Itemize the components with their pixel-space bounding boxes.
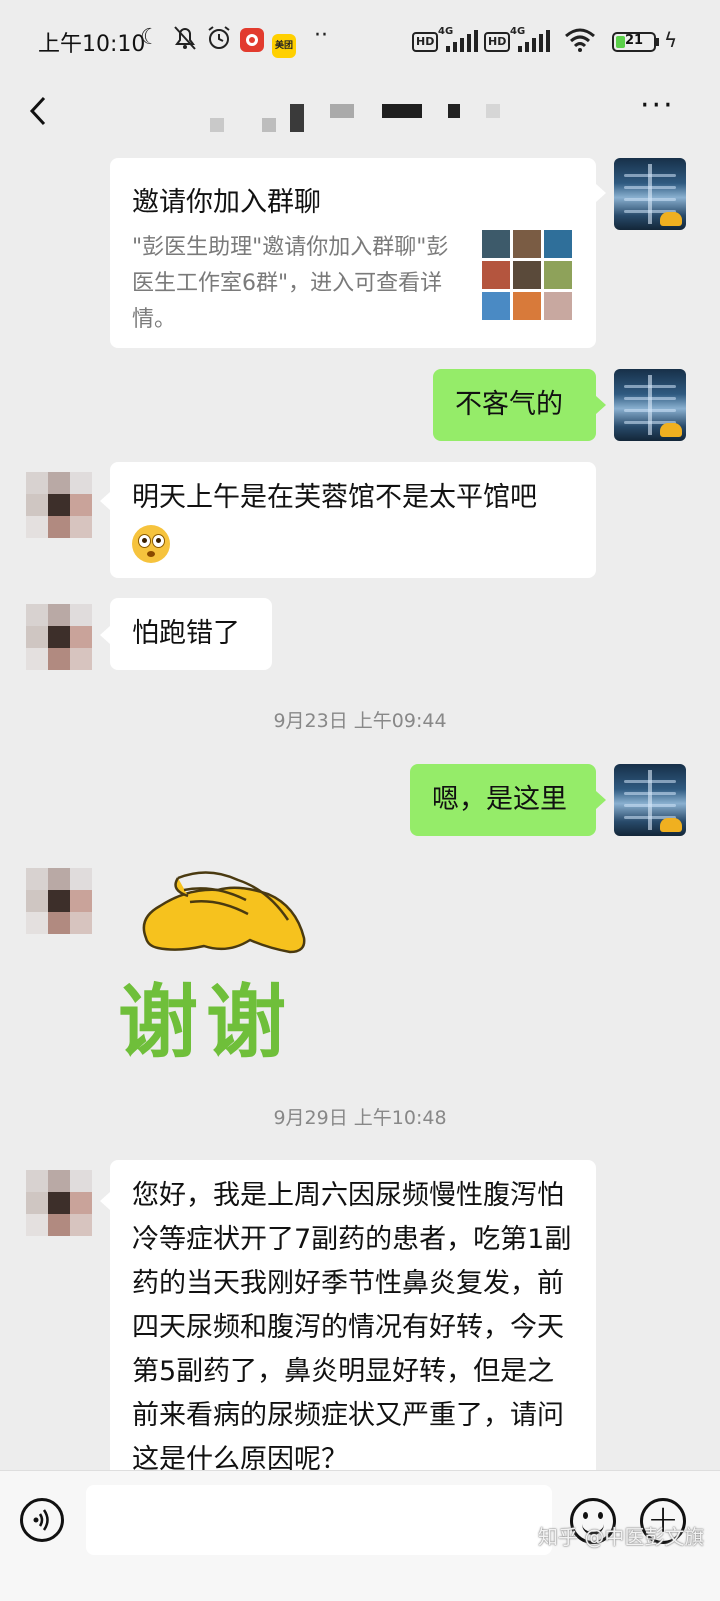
- received-message-bubble[interactable]: 明天上午是在芙蓉馆不是太平馆吧: [110, 462, 596, 578]
- meituan-icon: 美团: [272, 28, 296, 58]
- signal-icon-2: [518, 30, 550, 60]
- group-member-avatar: [513, 261, 541, 289]
- group-invite-card[interactable]: 邀请你加入群聊 "彭医生助理"邀请你加入群聊"彭医生工作室6群"，进入可查看详情…: [110, 158, 596, 348]
- contact-avatar[interactable]: [26, 1170, 92, 1236]
- group-member-avatar: [482, 230, 510, 258]
- message-text: 明天上午是在芙蓉馆不是太平馆吧: [132, 482, 537, 513]
- shocked-emoji-icon: [132, 524, 170, 563]
- back-button[interactable]: [20, 86, 60, 136]
- message-timestamp: 9月23日 上午09:44: [273, 710, 447, 732]
- contact-avatar[interactable]: [26, 604, 92, 670]
- contact-avatar[interactable]: [26, 472, 92, 538]
- received-message-bubble[interactable]: 您好，我是上周六因尿频慢性腹泻怕冷等症状开了7副药的患者，吃第1副药的当天我刚好…: [110, 1160, 596, 1500]
- status-time: 上午10:10: [38, 32, 146, 57]
- message-timestamp: 9月29日 上午10:48: [273, 1107, 447, 1129]
- group-member-avatar: [482, 292, 510, 320]
- meituan-badge-text: 美团: [272, 34, 296, 58]
- battery-icon: 21: [612, 32, 656, 52]
- charging-icon: ϟ: [664, 28, 678, 52]
- group-member-avatar: [513, 292, 541, 320]
- sent-message-bubble[interactable]: 嗯，是这里: [410, 764, 596, 836]
- hd-label-1: HD: [412, 32, 439, 52]
- my-avatar[interactable]: [614, 158, 686, 230]
- signal-icon: [446, 30, 478, 60]
- wifi-icon: [564, 28, 596, 60]
- watermark: 知乎 @中医彭文旗: [538, 1525, 705, 1549]
- group-member-avatar: [482, 261, 510, 289]
- battery-cap: [656, 38, 659, 46]
- thanks-sticker[interactable]: 谢谢: [118, 860, 328, 1069]
- group-member-avatar: [544, 261, 572, 289]
- group-member-avatar: [513, 230, 541, 258]
- mute-bell-icon: [172, 24, 198, 60]
- bubble-tail: [596, 396, 606, 414]
- voice-button[interactable]: [20, 1498, 64, 1542]
- alarm-icon: [206, 24, 232, 60]
- voice-icon: [33, 1509, 49, 1531]
- chat-input-bar: + 知乎 @中医彭文旗: [0, 1470, 720, 1601]
- sent-message-bubble[interactable]: 不客气的: [433, 369, 596, 441]
- more-options-button[interactable]: ···: [640, 91, 690, 126]
- chevron-left-icon: [29, 96, 46, 126]
- group-member-avatar: [544, 292, 572, 320]
- received-message-bubble[interactable]: 怕跑错了: [110, 598, 272, 670]
- battery-level: 21: [624, 33, 644, 48]
- bubble-tail: [100, 626, 110, 644]
- bubble-tail: [596, 791, 606, 809]
- invite-card-title: 邀请你加入群聊: [132, 187, 321, 218]
- chat-header: ···: [0, 80, 720, 150]
- message-input[interactable]: [86, 1485, 552, 1555]
- my-avatar[interactable]: [614, 369, 686, 441]
- group-member-avatar: [544, 230, 572, 258]
- group-avatar-grid: [482, 230, 574, 320]
- bubble-tail: [596, 184, 606, 202]
- my-avatar[interactable]: [614, 764, 686, 836]
- status-bar: 上午10:10 ☾ 美团 ·· HD 4G HD 4G 21 ϟ: [0, 0, 720, 80]
- bubble-tail: [100, 1192, 110, 1210]
- invite-card-description: "彭医生助理"邀请你加入群聊"彭医生工作室6群"，进入可查看详情。: [132, 235, 449, 332]
- moon-icon: ☾: [140, 25, 160, 50]
- more-notifications-dots: ··: [314, 23, 328, 48]
- hd-label-2: HD: [484, 32, 511, 52]
- bubble-tail: [100, 492, 110, 510]
- contact-avatar[interactable]: [26, 868, 92, 934]
- app-notification-icon: [240, 28, 264, 60]
- sticker-text: 谢谢: [118, 975, 294, 1069]
- folded-hands-icon: [142, 871, 306, 954]
